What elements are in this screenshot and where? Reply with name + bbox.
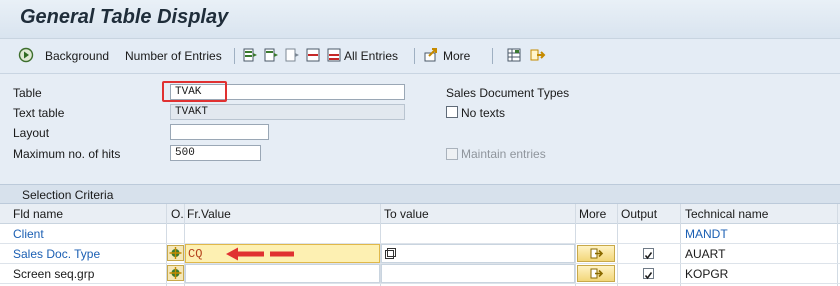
fld-name-cell[interactable]: Client: [13, 227, 44, 241]
table-description: Sales Document Types: [446, 86, 570, 100]
output-checkbox[interactable]: [643, 268, 654, 280]
annotation-arrow-icon: [226, 247, 294, 261]
no-texts-checkbox[interactable]: [446, 106, 458, 118]
col-more: More: [579, 207, 607, 221]
toolbar-separator: [234, 48, 235, 64]
arrow-right-icon[interactable]: [530, 47, 546, 66]
layout-input[interactable]: [170, 124, 269, 140]
col-output: Output: [621, 207, 658, 221]
all-entries-button[interactable]: All Entries: [344, 49, 398, 63]
col-technical-name: Technical name: [685, 207, 769, 221]
selection-criteria-title: Selection Criteria: [22, 188, 114, 202]
col-to-value: To value: [384, 207, 429, 221]
column-select-icon[interactable]: [284, 47, 300, 66]
max-hits-input[interactable]: 500: [170, 145, 261, 161]
selection-criteria-header: Selection Criteria: [0, 184, 840, 204]
more-button[interactable]: More: [424, 39, 470, 73]
column-select-icon[interactable]: [242, 47, 258, 66]
text-table-field: TVAKT: [170, 104, 405, 120]
maintain-entries-label: Maintain entries: [461, 147, 546, 161]
col-fr-value: Fr.Value: [187, 207, 231, 221]
background-label: Background: [45, 49, 110, 63]
technical-name-cell: AUART: [685, 247, 726, 261]
col-operator: O.: [171, 207, 184, 221]
to-value-input[interactable]: [381, 264, 575, 283]
maintain-entries-checkbox: [446, 148, 458, 160]
table-highlight-box: [162, 81, 227, 102]
toolbar-separator: [414, 48, 415, 64]
output-checkbox[interactable]: [643, 248, 654, 260]
multiple-selection-icon[interactable]: [385, 248, 396, 262]
max-hits-label: Maximum no. of hits: [13, 147, 121, 161]
toolbar-separator: [492, 48, 493, 64]
col-fld-name: Fld name: [13, 207, 64, 221]
delete-row-icon[interactable]: [305, 47, 321, 66]
table-row: Screen seq.grp KOPGR: [0, 264, 840, 284]
table-settings-icon[interactable]: [506, 47, 522, 66]
export-icon: [424, 47, 440, 66]
technical-name-cell: MANDT: [685, 227, 728, 241]
fr-value-input[interactable]: [185, 264, 380, 283]
fld-name-cell[interactable]: Sales Doc. Type: [13, 247, 100, 261]
toolbar-icon-group-2: [506, 39, 546, 73]
toolbar-icon-group: All Entries: [242, 39, 398, 73]
technical-name-cell: KOPGR: [685, 267, 729, 281]
number-of-entries-label: Number of Entries: [125, 49, 222, 63]
text-table-label: Text table: [13, 106, 65, 120]
more-label: More: [443, 49, 471, 63]
number-of-entries-button[interactable]: Number of Entries: [125, 39, 222, 73]
no-texts-label: No texts: [461, 106, 506, 120]
operator-icon[interactable]: [167, 265, 184, 281]
layout-label: Layout: [13, 126, 50, 140]
to-value-input[interactable]: [381, 244, 575, 263]
multiple-selection-button[interactable]: [577, 245, 615, 262]
title-bar: General Table Display: [0, 0, 840, 39]
background-button[interactable]: Background: [18, 39, 109, 73]
column-select-icon[interactable]: [263, 47, 279, 66]
table-row: Sales Doc. Type CQ AUART: [0, 244, 840, 264]
table-label: Table: [13, 86, 42, 100]
table-row: Client MANDT: [0, 224, 840, 244]
multiple-selection-button[interactable]: [577, 265, 615, 282]
execute-background-icon: [18, 47, 34, 66]
table-header: Fld name O. Fr.Value To value More Outpu…: [0, 204, 840, 224]
operator-icon[interactable]: [167, 245, 184, 261]
delete-row-icon[interactable]: [326, 47, 342, 66]
fld-name-cell[interactable]: Screen seq.grp: [13, 267, 94, 281]
selection-form: Table TVAK Text table TVAKT Layout Maxim…: [0, 74, 840, 184]
page-title: General Table Display: [20, 6, 229, 28]
fr-value-text: CQ: [188, 247, 203, 261]
application-toolbar: Background Number of Entries All Entries…: [0, 39, 840, 74]
selection-criteria-section: Selection Criteria Fld name O. Fr.Value …: [0, 184, 840, 286]
